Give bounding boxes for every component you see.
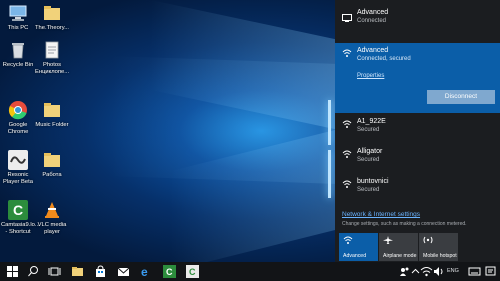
window-edge-glow [328,150,331,198]
ethernet-icon [342,14,352,22]
recycle-bin-icon [8,40,28,60]
quick-action-wifi[interactable]: Advanced [339,233,378,261]
windows-start-icon[interactable] [6,265,19,278]
language-indicator[interactable]: ENG [447,268,459,274]
notification-icon[interactable] [484,265,497,278]
network-status: Connected, secured [357,56,411,62]
network-name: Advanced [357,47,389,54]
desktop-icon-music-folder[interactable]: Music Folder [35,100,69,129]
desktop-icon-label: The.Theory... [35,25,70,31]
volume-icon[interactable] [432,265,445,278]
airplane-icon [383,236,393,244]
quick-action-label: Airplane mode [383,253,417,259]
keyboard-icon[interactable] [468,265,481,278]
network-item-buntovnici[interactable]: buntovnici Secured [335,174,500,202]
wifi-icon [342,49,352,57]
desktop-icon-label: Music Folder [35,122,69,128]
desktop-icon-camtasia-shortcut[interactable]: C Camtasia9.lo... - Shortcut [1,200,40,235]
network-name: A1_922E [357,118,386,125]
taskbar: e C C ENG [0,262,500,281]
network-status: Connected [357,18,387,24]
network-name: Alligator [357,148,383,155]
desktop-icon-label: This PC [7,25,29,31]
desktop-icon-label: Recycle Bin [2,62,34,68]
search-icon[interactable] [27,265,40,278]
chrome-icon [8,100,28,120]
desktop-icon-google-chrome[interactable]: Google Chrome [1,100,35,135]
camtasia-recorder-icon[interactable]: C [186,265,199,278]
camtasia-icon[interactable]: C [163,265,176,278]
hotspot-icon [423,236,433,244]
svg-text:C: C [13,202,23,218]
desktop-icon-resonic-player[interactable]: Resonic Player Beta [1,150,35,185]
svg-text:e: e [141,265,148,278]
network-flyout: Advanced Connected Advanced Connected, s… [335,0,500,262]
properties-link[interactable]: Properties [357,73,384,79]
computer-icon [8,3,28,23]
folder-icon [42,150,62,170]
desktop-wallpaper: This PC Recycle Bin Google Chrome Resoni… [0,0,335,262]
desktop-icon-vlc[interactable]: VLC media player [35,200,69,235]
vlc-icon [42,200,62,220]
document-icon [42,40,62,60]
desktop-icon-this-pc[interactable]: This PC [1,3,35,32]
desktop-icon-the-theory[interactable]: The.Theory... [35,3,69,32]
desktop-icon-label: Google Chrome [7,122,29,135]
network-item-alligator[interactable]: Alligator Secured [335,144,500,172]
network-item-ethernet[interactable]: Advanced Connected [335,6,500,36]
network-status: Secured [357,187,380,193]
file-explorer-icon[interactable] [71,265,84,278]
desktop-icon-rabota[interactable]: Работа [35,150,69,179]
edge-icon[interactable]: e [140,265,153,279]
svg-text:C: C [166,267,173,277]
network-settings-link[interactable]: Network & Internet settings [342,211,420,218]
folder-icon [42,3,62,23]
mail-icon[interactable] [117,265,130,278]
wifi-icon [342,180,352,188]
resonic-icon [8,150,28,170]
wifi-icon [342,120,352,128]
window-edge-glow [328,100,331,145]
desktop-icon-label: Resonic Player Beta [3,172,33,185]
desktop-icon-label: Работа [42,172,62,178]
desktop-icon-recycle-bin[interactable]: Recycle Bin [1,40,35,69]
desktop-icon-label: VLC media player [37,222,67,235]
folder-icon [42,100,62,120]
quick-action-mobile-hotspot[interactable]: Mobile hotspot [419,233,458,261]
quick-action-label: Advanced [343,253,367,259]
wifi-icon [342,150,352,158]
network-status: Secured [357,157,380,163]
disconnect-button[interactable]: Disconnect [427,90,495,104]
desktop-icon-label: Camtasia9.lo... - Shortcut [1,222,40,235]
quick-action-label: Mobile hotspot [423,253,457,259]
quick-action-airplane-mode[interactable]: Airplane mode [379,233,418,261]
camtasia-icon: C [8,200,28,220]
network-settings-description: Change settings, such as making a connec… [342,221,467,227]
network-item-a1-922e[interactable]: A1_922E Secured [335,114,500,142]
task-view-icon[interactable] [48,265,61,278]
network-name: buntovnici [357,178,389,185]
network-status: Secured [357,127,380,133]
store-icon[interactable] [94,265,107,278]
wifi-icon [343,236,353,244]
svg-text:C: C [189,267,196,277]
network-name: Advanced [357,9,389,16]
desktop-icon-photos[interactable]: Photos Енциклопе... [35,40,69,75]
desktop-icon-label: Photos Енциклопе... [35,62,70,75]
